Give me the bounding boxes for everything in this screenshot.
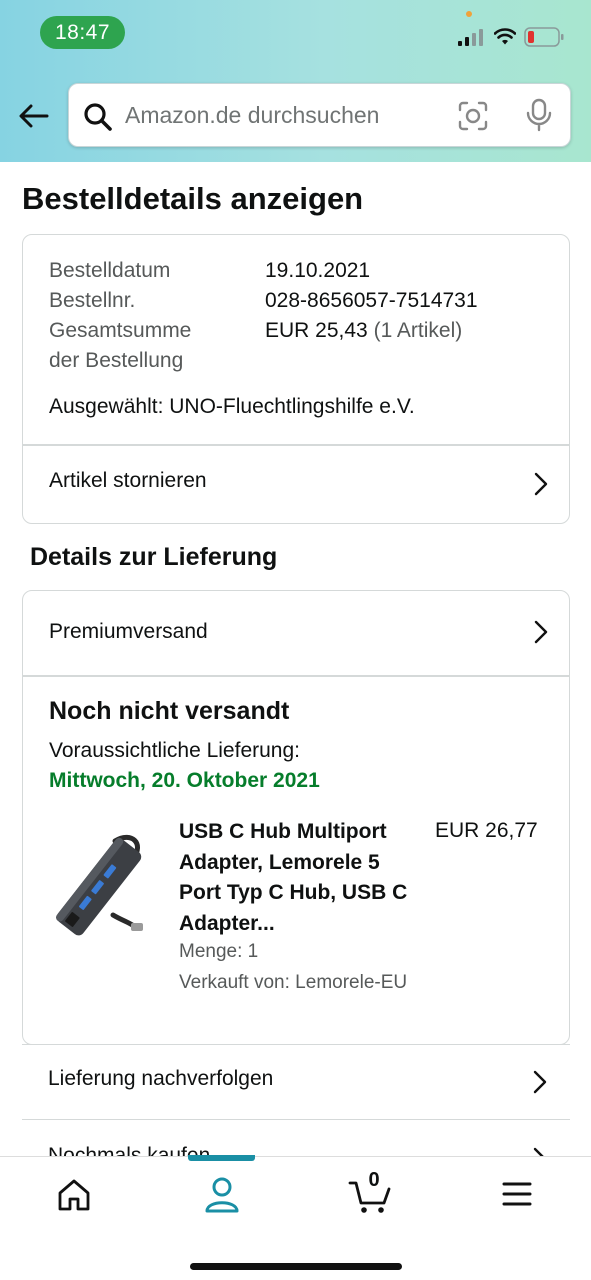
order-total-label-line1: Gesamtsumme [49, 319, 192, 342]
cancel-items-label: Artikel stornieren [49, 469, 207, 492]
delivery-section-title: Details zur Lieferung [30, 543, 278, 571]
battery-low-icon [524, 27, 564, 47]
search-icon [84, 103, 112, 131]
order-total-amount: EUR 25,43 [265, 319, 368, 342]
page-title: Bestelldetails anzeigen [22, 181, 364, 216]
product-seller: Verkauft von: Lemorele-EU [179, 972, 408, 993]
divider [23, 675, 569, 677]
home-indicator [190, 1263, 402, 1270]
wifi-icon [494, 28, 516, 45]
search-input[interactable] [125, 84, 445, 146]
product-price: EUR 26,77 [435, 819, 538, 842]
delivery-card: Premiumversand Noch nicht versandt Vorau… [22, 590, 570, 1045]
chevron-right-icon [534, 472, 548, 496]
header: 18:47 [0, 0, 591, 162]
bottom-tab-bar: 0 [0, 1155, 591, 1280]
account-icon[interactable] [204, 1175, 240, 1215]
active-tab-indicator [188, 1155, 255, 1161]
home-icon[interactable] [56, 1177, 92, 1213]
order-number-value: 028-8656057-7514731 [265, 289, 478, 312]
expected-delivery-label: Voraussichtliche Lieferung: [49, 739, 300, 762]
order-total-value: EUR 25,43 (1 Artikel) [265, 316, 462, 346]
order-total-items: (1 Artikel) [373, 319, 463, 342]
privacy-indicator-dot [466, 11, 472, 17]
chevron-right-icon [533, 1070, 547, 1094]
back-arrow-icon[interactable] [16, 98, 52, 134]
selected-charity: Ausgewählt: UNO-Fluechtlingshilfe e.V. [49, 395, 415, 418]
product-quantity: Menge: 1 [179, 941, 259, 962]
order-number-label: Bestellnr. [49, 289, 136, 312]
microphone-icon[interactable] [525, 98, 553, 132]
search-box[interactable] [68, 83, 571, 147]
track-delivery-label: Lieferung nachverfolgen [48, 1067, 274, 1090]
cancel-items-row[interactable]: Artikel stornieren [23, 445, 569, 523]
menu-icon[interactable] [502, 1181, 532, 1207]
order-date-value: 19.10.2021 [265, 259, 371, 282]
shipping-method-label: Premiumversand [49, 620, 208, 643]
status-time: 18:47 [40, 16, 125, 49]
product-title-link[interactable]: USB C Hub Multiport Adapter, Lemorele 5 … [179, 817, 419, 939]
expected-delivery-date: Mittwoch, 20. Oktober 2021 [49, 769, 320, 792]
track-delivery-row[interactable]: Lieferung nachverfolgen [22, 1044, 570, 1120]
chevron-right-icon [534, 620, 548, 644]
shipping-method-row[interactable]: Premiumversand [23, 591, 569, 675]
cart-count: 0 [368, 1169, 380, 1191]
order-total-label-line2: der Bestellung [49, 349, 184, 372]
order-date-label: Bestelldatum [49, 259, 171, 282]
cellular-signal-icon [458, 29, 483, 46]
shipment-status: Noch nicht versandt [49, 697, 290, 725]
product-image-usb-hub[interactable] [53, 823, 145, 945]
camera-scan-icon[interactable] [457, 100, 489, 132]
order-summary-card: Bestelldatum 19.10.2021 Bestellnr. 028-8… [22, 234, 570, 524]
